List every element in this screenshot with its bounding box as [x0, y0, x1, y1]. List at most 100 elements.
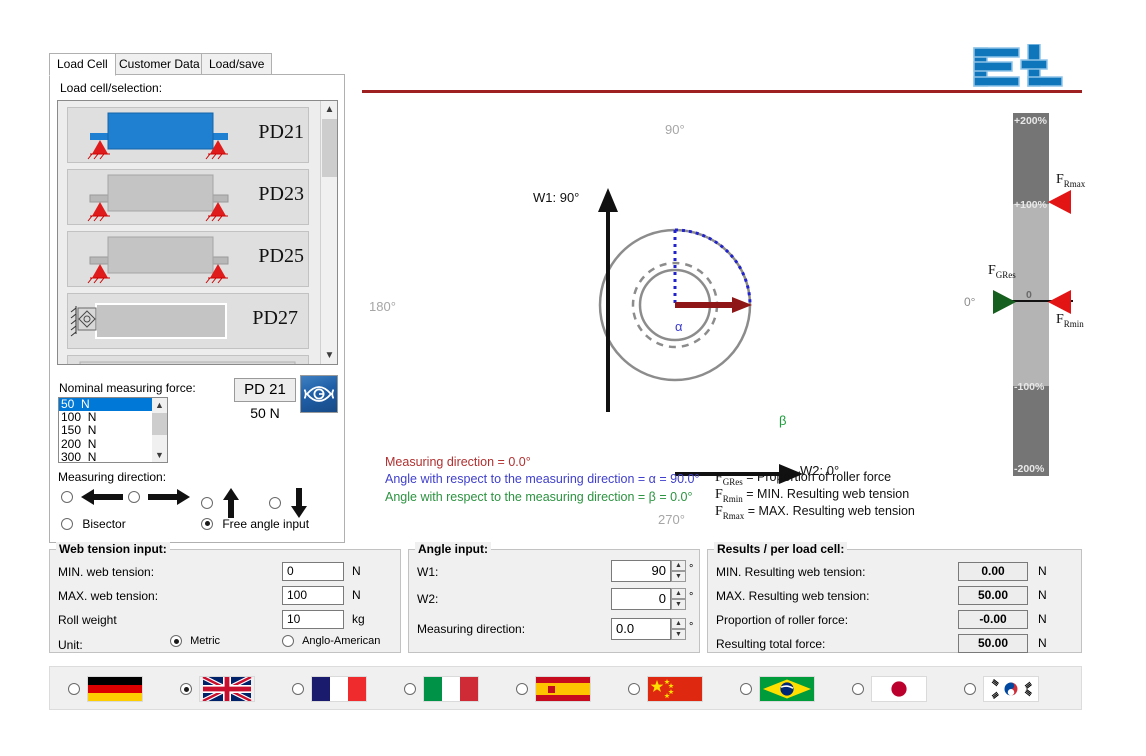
flag-spain-icon[interactable] [535, 676, 591, 702]
radio-direction-up[interactable] [201, 497, 213, 509]
force-option[interactable]: 200 N [59, 437, 167, 451]
nominal-force-list[interactable]: 50 N 100 N 150 N 200 N 300 N ▲ ▼ [58, 397, 168, 463]
stepper-up-icon[interactable]: ▲ [671, 588, 686, 599]
gauge-zero-degree-label: 0° [964, 295, 976, 309]
tab-load-cell[interactable]: Load Cell [49, 53, 116, 76]
force-option[interactable]: 300 N [59, 450, 167, 462]
direction-option-down[interactable] [269, 488, 309, 518]
list-item[interactable]: PD27 [67, 293, 309, 349]
radio-free-angle[interactable] [201, 517, 213, 530]
gauge-tick-minus200: -200% [1014, 463, 1045, 475]
fgres-desc: = Proportion of roller force [742, 470, 892, 484]
radio-language-japan[interactable] [852, 683, 864, 695]
scroll-down-icon[interactable]: ▼ [152, 448, 167, 462]
flag-united-kingdom-icon[interactable] [199, 676, 255, 702]
max-resulting-web-tension-label: MAX. Resulting web tension: [716, 589, 870, 603]
unit-option-metric[interactable]: Metric [170, 635, 220, 648]
measuring-direction-input[interactable]: 0.0 [611, 618, 671, 640]
radio-anglo-american[interactable] [282, 635, 294, 648]
scroll-down-icon[interactable]: ▼ [321, 347, 337, 364]
scrollbar-thumb[interactable] [322, 119, 337, 177]
list-item-label: PD27 [252, 307, 298, 329]
flag-italy-icon[interactable] [423, 676, 479, 702]
option-bisector[interactable]: Bisector [61, 516, 126, 531]
flag-germany-icon[interactable] [87, 676, 143, 702]
scrollbar-thumb[interactable] [152, 413, 167, 435]
frmin-symbol: FRmin [715, 487, 743, 504]
legend-beta: Angle with respect to the measuring dire… [385, 490, 693, 504]
w2-stepper-buttons[interactable]: ▲ ▼ [671, 588, 686, 610]
load-cell-list-scrollbar[interactable]: ▲ ▼ [320, 101, 337, 364]
stepper-up-icon[interactable]: ▲ [671, 560, 686, 571]
radio-direction-right[interactable] [128, 491, 140, 503]
frmax-desc: = MAX. Resulting web tension [744, 504, 915, 518]
radio-bisector[interactable] [61, 517, 73, 530]
force-key-row: FRmax = MAX. Resulting web tension [715, 504, 915, 521]
flag-france-icon[interactable] [311, 676, 367, 702]
preview-button[interactable] [300, 375, 338, 413]
w1-stepper-buttons[interactable]: ▲ ▼ [671, 560, 686, 582]
load-cell-list[interactable]: PD21 PD23 PD25 PD27 ▲ ▼ [57, 100, 338, 365]
tab-load-save[interactable]: Load/save [201, 53, 273, 74]
flag-china-icon[interactable] [647, 676, 703, 702]
left-arrow-icon [81, 489, 124, 505]
radio-language-germany[interactable] [68, 683, 80, 695]
angle-diagram: 90° 180° 270° W1: 90° W2: 0° α β Measuri… [360, 100, 990, 540]
results-group: Results / per load cell: MIN. Resulting … [707, 542, 1082, 653]
angle-input-title: Angle input: [415, 542, 491, 556]
scroll-up-icon[interactable]: ▲ [152, 398, 167, 412]
w2-input[interactable]: 0 [611, 588, 671, 610]
min-web-tension-input[interactable]: 0 [282, 562, 344, 581]
radio-language-united-kingdom[interactable] [180, 683, 192, 695]
load-cell-selection-label: Load cell/selection: [60, 81, 163, 95]
measuring-direction-stepper[interactable]: 0.0 ▲ ▼ [611, 618, 691, 640]
roll-weight-label: Roll weight [58, 613, 117, 627]
radio-language-brazil[interactable] [740, 683, 752, 695]
radio-language-south-korea[interactable] [964, 683, 976, 695]
scroll-up-icon[interactable]: ▲ [321, 101, 337, 118]
radio-direction-down[interactable] [269, 497, 281, 509]
radio-language-italy[interactable] [404, 683, 416, 695]
proportion-roller-force-value: -0.00 [958, 610, 1028, 629]
stepper-down-icon[interactable]: ▼ [671, 599, 686, 610]
list-item[interactable]: PD21 [67, 107, 309, 163]
w2-stepper[interactable]: 0 ▲ ▼ [611, 588, 691, 610]
measuring-direction-stepper-buttons[interactable]: ▲ ▼ [671, 618, 686, 640]
force-option[interactable]: 150 N [59, 424, 167, 437]
list-item[interactable]: PD23 [67, 169, 309, 225]
stepper-down-icon[interactable]: ▼ [671, 629, 686, 640]
force-list-scrollbar[interactable]: ▲ ▼ [152, 398, 167, 462]
tab-customer-data[interactable]: Customer Data [111, 53, 208, 74]
flag-south-korea-icon[interactable] [983, 676, 1039, 702]
direction-option-up[interactable] [201, 488, 241, 518]
option-free-angle[interactable]: Free angle input [201, 516, 309, 531]
max-web-tension-input[interactable]: 100 [282, 586, 344, 605]
flag-brazil-icon[interactable] [759, 676, 815, 702]
direction-option-right[interactable] [128, 488, 191, 510]
free-angle-label: Free angle input [222, 516, 310, 531]
list-item[interactable] [67, 355, 309, 364]
direction-option-left[interactable] [61, 488, 124, 510]
min-resulting-web-tension-label: MIN. Resulting web tension: [716, 565, 866, 579]
radio-language-france[interactable] [292, 683, 304, 695]
w1-stepper[interactable]: 90 ▲ ▼ [611, 560, 691, 582]
w1-input[interactable]: 90 [611, 560, 671, 582]
radio-language-china[interactable] [628, 683, 640, 695]
stepper-down-icon[interactable]: ▼ [671, 571, 686, 582]
list-item[interactable]: PD25 [67, 231, 309, 287]
marker-frmin-label: FRmin [1056, 312, 1084, 329]
radio-language-spain[interactable] [516, 683, 528, 695]
radio-metric[interactable] [170, 635, 182, 648]
w1-unit: ° [689, 563, 694, 575]
min-resulting-web-tension-value: 0.00 [958, 562, 1028, 581]
roll-weight-unit: kg [352, 612, 365, 626]
gauge-tick-plus100: +100% [1014, 199, 1047, 211]
unit-option-anglo-american[interactable]: Anglo-American [282, 635, 380, 648]
flag-japan-icon[interactable] [871, 676, 927, 702]
stepper-up-icon[interactable]: ▲ [671, 618, 686, 629]
selected-load-cell-display: PD 21 [234, 378, 296, 402]
marker-frmax-label: FRmax [1056, 172, 1086, 189]
eye-icon [304, 386, 334, 402]
radio-direction-left[interactable] [61, 491, 73, 503]
roll-weight-input[interactable]: 10 [282, 610, 344, 629]
